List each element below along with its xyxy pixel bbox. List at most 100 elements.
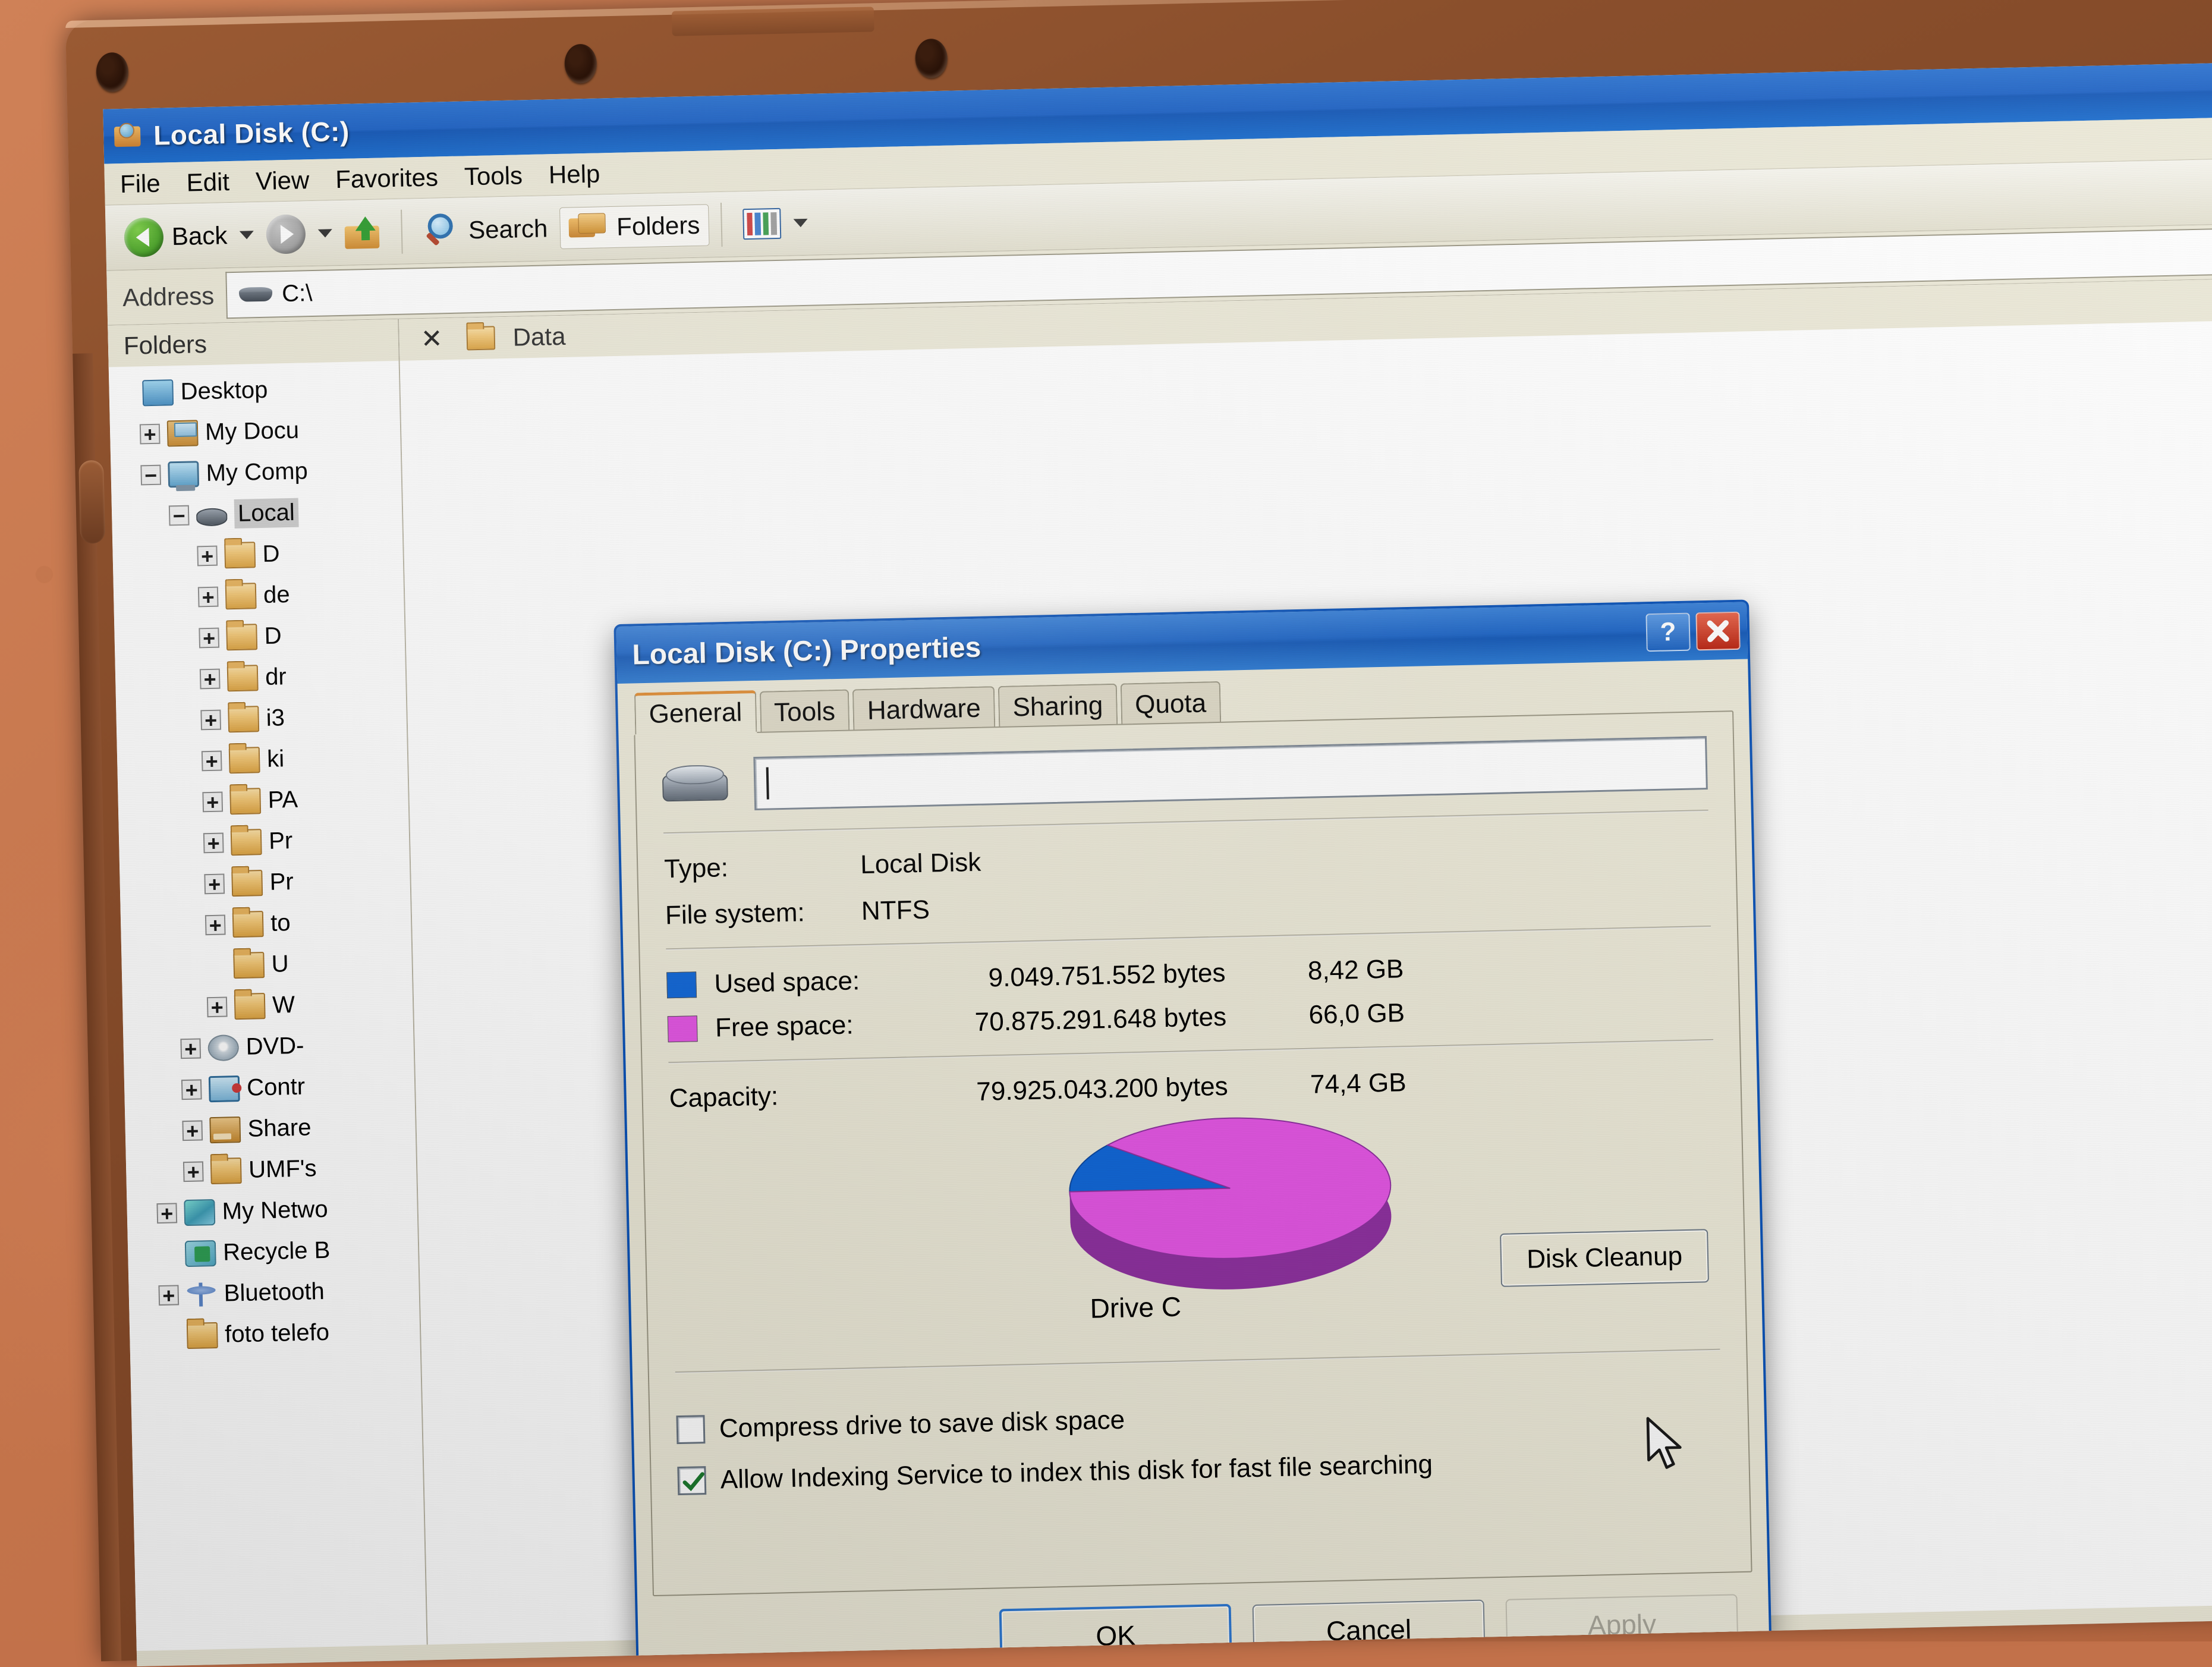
folder-icon [226,624,257,650]
expand-icon[interactable] [183,1161,204,1182]
collapse-icon[interactable] [140,464,161,485]
menu-edit[interactable]: Edit [186,168,229,197]
folder-tree[interactable]: DesktopMy DocuMy CompLocalDdeDdri3kiPAPr… [109,361,420,1357]
tree-item[interactable]: foto telefo [130,1310,420,1358]
expand-icon[interactable] [200,709,221,730]
expand-icon[interactable] [202,750,222,771]
bluetooth-icon [185,1281,217,1307]
disk-options: Compress drive to save disk space Allow … [676,1392,1723,1496]
menu-tools[interactable]: Tools [464,161,523,191]
tree-item[interactable]: D [114,613,405,660]
expand-icon[interactable] [199,627,219,648]
forward-button[interactable] [257,209,315,258]
capacity-label: Capacity: [669,1079,889,1114]
tree-item[interactable]: PA [118,777,408,825]
expand-icon[interactable] [180,1038,201,1059]
allow-indexing-row[interactable]: Allow Indexing Service to index this dis… [677,1443,1723,1496]
tab-sharing[interactable]: Sharing [998,684,1118,728]
close-icon[interactable] [1695,612,1740,651]
disk-usage-pie-chart [1021,1106,1441,1300]
back-history-chevron-down-icon[interactable] [240,231,254,240]
expand-icon[interactable] [200,668,221,689]
free-space-gb: 66,0 GB [1226,998,1405,1032]
allow-indexing-checkbox[interactable] [677,1466,706,1495]
expand-icon[interactable] [181,1079,202,1100]
folder-icon [225,583,257,609]
expand-icon[interactable] [197,545,218,566]
folder-icon [210,1158,242,1184]
expand-icon[interactable] [140,423,161,444]
tree-item[interactable]: My Docu [109,408,400,455]
tree-item[interactable]: dr [115,654,405,702]
folders-icon [569,210,609,244]
folder-icon [233,952,265,979]
folders-button[interactable]: Folders [559,204,709,249]
my-computer-icon [168,461,199,487]
expand-icon[interactable] [158,1285,179,1306]
expand-icon[interactable] [182,1120,203,1141]
tree-item-label: UMF's [248,1155,317,1183]
tree-item[interactable]: W [122,982,413,1030]
file-item-label[interactable]: Data [512,322,566,352]
expand-icon[interactable] [204,873,225,894]
tree-item[interactable]: Pr [119,859,410,907]
tree-item[interactable]: Contr [124,1064,415,1112]
expand-icon[interactable] [207,996,228,1017]
tree-item[interactable]: de [113,572,404,619]
menu-help[interactable]: Help [548,159,600,189]
expand-icon[interactable] [205,914,226,935]
tree-item[interactable]: Local [111,490,402,537]
compress-drive-checkbox[interactable] [676,1415,705,1444]
tree-spacer [159,1326,180,1347]
folder-icon [187,1322,218,1348]
cancel-button[interactable]: Cancel [1253,1600,1486,1660]
up-one-level-button[interactable] [336,212,390,253]
disk-usage-chart: Drive C Disk Cleanup [670,1100,1719,1337]
tree-item[interactable]: My Netwo [127,1187,417,1235]
ok-button[interactable]: OK [999,1604,1232,1666]
tab-hardware[interactable]: Hardware [852,686,995,731]
menu-file[interactable]: File [119,169,161,198]
help-button[interactable]: ? [1645,613,1690,652]
tab-general[interactable]: General [634,690,757,734]
tree-item[interactable]: i3 [116,695,407,743]
tree-item[interactable]: to [121,900,411,948]
tree-item[interactable]: Desktop [109,367,399,414]
folder-icon [231,829,262,855]
expand-icon[interactable] [198,586,219,607]
back-arrow-icon [124,217,163,257]
tree-item[interactable]: UMF's [126,1146,417,1194]
tree-item[interactable]: Bluetooth [128,1269,419,1317]
disk-cleanup-button[interactable]: Disk Cleanup [1500,1229,1709,1287]
used-space-swatch [666,971,697,998]
tree-spacer [115,383,136,404]
views-chevron-down-icon[interactable] [793,218,807,227]
tree-item[interactable]: U [121,941,412,989]
search-button[interactable]: Search [414,206,557,254]
expand-icon[interactable] [156,1203,177,1223]
back-button[interactable]: Back [115,211,237,261]
menu-view[interactable]: View [255,166,309,196]
forward-history-chevron-down-icon[interactable] [318,229,332,238]
search-icon [423,212,461,249]
tree-item[interactable]: My Comp [111,449,401,496]
tree-item[interactable]: ki [117,736,407,784]
tree-item[interactable]: D [112,531,403,578]
tree-item-label: Desktop [180,377,268,405]
address-value: C:\ [282,280,313,307]
compress-drive-row[interactable]: Compress drive to save disk space [676,1392,1722,1445]
expand-icon[interactable] [203,832,224,853]
tab-tools[interactable]: Tools [759,690,849,733]
menu-favorites[interactable]: Favorites [335,163,439,194]
volume-label-input[interactable] [753,736,1708,810]
close-pane-icon[interactable]: ✕ [414,326,449,353]
tree-item[interactable]: Share [125,1105,416,1153]
tab-quota[interactable]: Quota [1120,681,1220,725]
views-button[interactable] [734,203,790,244]
tree-item[interactable]: DVD- [123,1023,414,1071]
tree-item[interactable]: Pr [119,818,410,866]
tree-item[interactable]: Recycle B [128,1228,419,1276]
expand-icon[interactable] [202,791,223,812]
tree-item-label: to [270,910,291,937]
collapse-icon[interactable] [169,505,190,526]
